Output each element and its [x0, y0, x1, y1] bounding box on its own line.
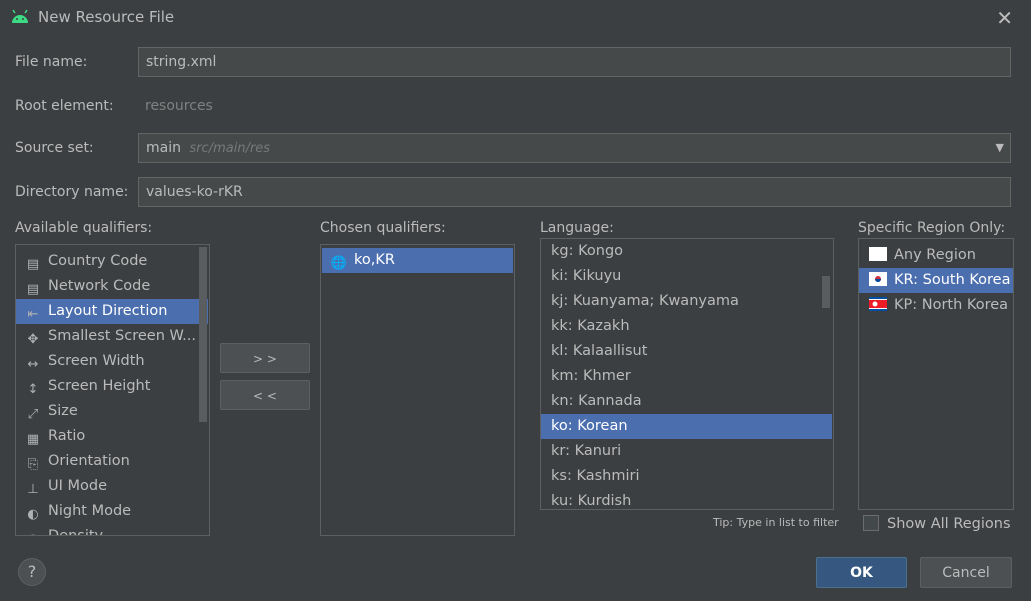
language-item[interactable]: ku: Kurdish	[541, 489, 833, 509]
window-title: New Resource File	[38, 8, 175, 26]
network-code-icon: ▤	[26, 282, 40, 297]
show-all-regions-label: Show All Regions	[887, 516, 1011, 532]
available-qualifiers-label: Available qualifiers:	[15, 220, 153, 236]
qualifier-item-label: Screen Height	[48, 378, 151, 394]
qualifier-item[interactable]: ⤢ Size	[16, 399, 209, 424]
source-set-path: src/main/res	[189, 141, 271, 156]
language-item[interactable]: ks: Kashmiri	[541, 464, 833, 489]
chosen-item-label: ko,KR	[354, 252, 395, 268]
region-item-label: Any Region	[894, 247, 976, 263]
qualifier-item-label: Night Mode	[48, 503, 132, 519]
language-item[interactable]: kn: Kannada	[541, 389, 833, 414]
root-element-value: resources	[145, 98, 213, 114]
language-item[interactable]: kg: Kongo	[541, 239, 833, 264]
kr-flag-icon	[869, 270, 887, 295]
source-set-select[interactable]: main src/main/res ▼	[138, 133, 1011, 163]
chosen-qualifiers-label: Chosen qualifiers:	[320, 220, 446, 236]
orientation-icon: ⎘	[27, 457, 39, 472]
source-set-value: main	[146, 140, 181, 156]
smallest-screen-width-icon: ✥	[27, 332, 39, 347]
qualifier-item-label: Size	[48, 403, 78, 419]
qualifier-item[interactable]: ✥ Smallest Screen W...	[16, 324, 209, 349]
region-list[interactable]: Any Region KR: South Korea KP: North Korea	[858, 238, 1014, 510]
language-item[interactable]: kk: Kazakh	[541, 314, 833, 339]
chevron-down-icon: ▼	[995, 141, 1004, 154]
file-name-label: File name:	[15, 54, 88, 70]
android-icon	[12, 9, 28, 23]
qualifier-item-label: Network Code	[48, 278, 151, 294]
language-item[interactable]: ki: Kikuyu	[541, 264, 833, 289]
region-item[interactable]: Any Region	[859, 243, 1013, 268]
qualifier-item-label: Layout Direction	[48, 303, 168, 319]
directory-name-input[interactable]: values-ko-rKR	[138, 177, 1011, 207]
region-item[interactable]: KP: North Korea	[859, 293, 1013, 318]
chosen-item[interactable]: 🌐 ko,KR	[322, 248, 513, 273]
language-item[interactable]: km: Khmer	[541, 364, 833, 389]
available-qualifiers-list[interactable]: ▤ Country Code ▤ Network Code ⇤ Layout Direct…	[15, 244, 210, 536]
cancel-button[interactable]: Cancel	[920, 557, 1012, 588]
density-icon: ◍	[24, 532, 42, 535]
remove-qualifier-button[interactable]: < <	[220, 380, 310, 410]
qualifier-item[interactable]: ▦ Ratio	[16, 424, 209, 449]
region-item-label: KP: North Korea	[894, 297, 1009, 313]
qualifier-item[interactable]: ⊥ UI Mode	[16, 474, 209, 499]
ok-button[interactable]: OK	[816, 557, 907, 588]
qualifier-item[interactable]: ◍ Density	[16, 524, 209, 536]
qualifier-item-label: Screen Width	[48, 353, 145, 369]
qualifier-item[interactable]: ⇤ Layout Direction	[16, 299, 208, 324]
language-item[interactable]: kr: Kanuri	[541, 439, 833, 464]
screen-height-icon: ↕	[27, 382, 39, 397]
help-icon[interactable]: ?	[18, 558, 46, 586]
language-scrollbar[interactable]	[822, 276, 830, 308]
language-item[interactable]: ko: Korean	[541, 414, 832, 439]
region-label: Specific Region Only:	[858, 220, 1006, 236]
ratio-icon: ▦	[26, 432, 40, 447]
qualifier-item[interactable]: ▤ Network Code	[16, 274, 209, 299]
source-set-label: Source set:	[15, 140, 94, 156]
qualifier-item[interactable]: ⎘ Orientation	[16, 449, 209, 474]
country-code-icon: ▤	[26, 257, 40, 272]
file-name-input[interactable]: string.xml	[138, 47, 1011, 77]
available-scrollbar[interactable]	[199, 247, 207, 422]
globe-icon: 🌐	[330, 256, 348, 271]
chosen-qualifiers-list[interactable]: 🌐 ko,KR	[320, 244, 515, 536]
qualifier-item-label: Ratio	[48, 428, 86, 444]
language-item[interactable]: kj: Kuanyama; Kwanyama	[541, 289, 833, 314]
region-item-label: KR: South Korea	[894, 272, 1011, 288]
layout-direction-icon: ⇤	[27, 307, 39, 322]
add-qualifier-button[interactable]: > >	[220, 343, 310, 373]
close-icon[interactable]: ✕	[996, 6, 1013, 30]
qualifier-item[interactable]: ↔ Screen Width	[16, 349, 209, 374]
qualifier-item-label: UI Mode	[48, 478, 108, 494]
blank-flag-icon	[869, 245, 887, 270]
show-all-regions-checkbox[interactable]	[863, 515, 879, 531]
language-label: Language:	[540, 220, 614, 236]
qualifier-item[interactable]: ▤ Country Code	[16, 249, 209, 274]
night-mode-icon: ◐	[27, 507, 39, 522]
qualifier-item[interactable]: ↕ Screen Height	[16, 374, 209, 399]
qualifier-item-label: Orientation	[48, 453, 130, 469]
kp-flag-icon	[869, 295, 887, 320]
qualifier-item[interactable]: ◐ Night Mode	[16, 499, 209, 524]
language-list[interactable]: kg: Kongo ki: Kikuyu kj: Kuanyama; Kwanyam…	[540, 238, 834, 510]
region-item[interactable]: KR: South Korea	[859, 268, 1013, 293]
root-element-label: Root element:	[15, 98, 114, 114]
qualifier-item-label: Smallest Screen W...	[48, 328, 197, 344]
directory-name-label: Directory name:	[15, 184, 129, 200]
ui-mode-icon: ⊥	[27, 482, 39, 497]
language-tip: Tip: Type in list to filter	[713, 516, 839, 529]
size-icon: ⤢	[27, 407, 39, 422]
qualifier-item-label: Country Code	[48, 253, 148, 269]
language-item[interactable]: kl: Kalaallisut	[541, 339, 833, 364]
qualifier-item-label: Density	[48, 528, 104, 536]
screen-width-icon: ↔	[27, 357, 39, 372]
